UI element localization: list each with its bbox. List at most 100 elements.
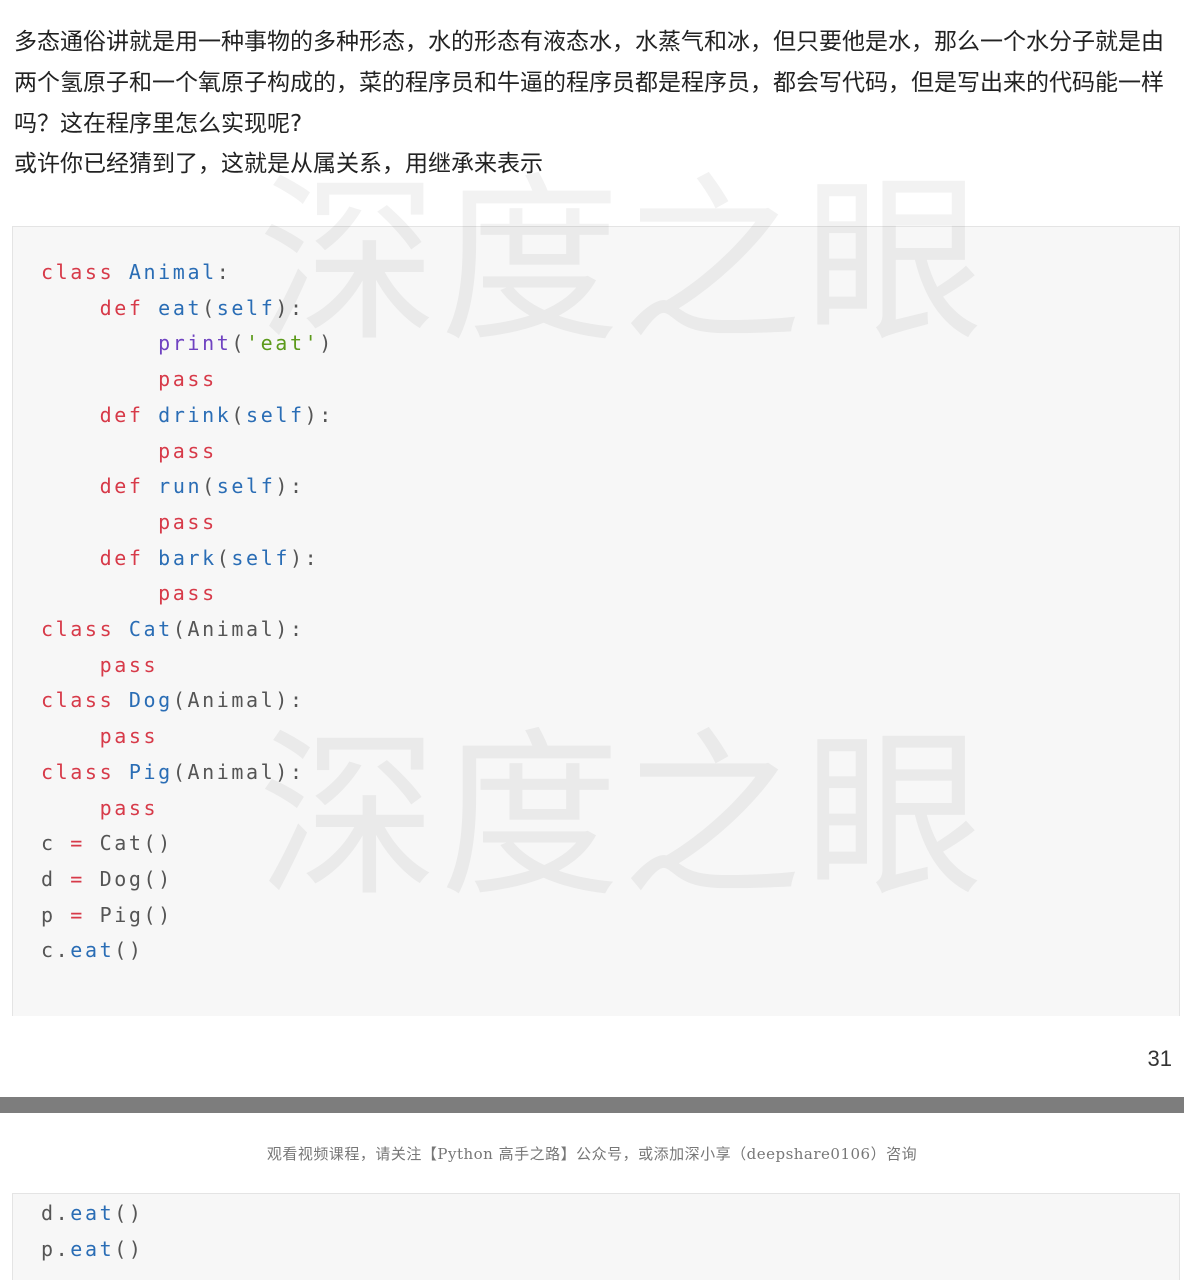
code-line: c = Cat(): [41, 826, 334, 862]
code-line: pass: [41, 791, 334, 827]
code-line: pass: [41, 719, 334, 755]
code-line: pass: [41, 576, 334, 612]
code-token: =: [70, 866, 85, 891]
code-token: =: [70, 831, 85, 856]
code-token: pass: [158, 438, 217, 463]
code-token: Cat: [128, 617, 173, 642]
code-line: def run(self):: [41, 469, 334, 505]
code-line: print('eat'): [41, 326, 334, 362]
code-line: class Cat(Animal):: [41, 612, 334, 648]
code-token: self: [216, 474, 276, 499]
code-token: (Animal):: [172, 759, 305, 784]
code-line: c.eat(): [41, 933, 334, 969]
code-line: pass: [41, 648, 334, 684]
page-divider: [0, 1097, 1184, 1113]
code-token: (: [202, 474, 217, 499]
code-line: pass: [41, 362, 334, 398]
code-content: class Animal: def eat(self): print('eat'…: [41, 255, 334, 969]
code-token: pass: [158, 367, 217, 392]
code-token: class: [41, 759, 115, 784]
code-token: pass: [158, 509, 217, 534]
code-line: p = Pig(): [41, 898, 334, 934]
code-token: (Animal):: [172, 617, 305, 642]
code-token: c.: [41, 938, 71, 963]
code-token: def: [99, 474, 144, 499]
code-line: class Dog(Animal):: [41, 683, 334, 719]
code-token: self: [231, 545, 290, 570]
code-line: class Pig(Animal):: [41, 755, 334, 791]
code-token: Pig: [128, 759, 173, 784]
code-token: def: [99, 545, 144, 570]
code-token: def: [99, 402, 144, 427]
page-number: 31: [1147, 1046, 1172, 1071]
code-token: self: [216, 295, 276, 320]
code-token: ):: [304, 402, 334, 427]
code-token: p: [41, 902, 71, 927]
code-token: (): [114, 1201, 144, 1225]
code-line: def drink(self):: [41, 398, 334, 434]
code-token: d.: [41, 1201, 71, 1225]
code-token: drink: [158, 402, 232, 427]
code-content: d.eat() p.eat(): [41, 1196, 144, 1267]
code-token: print: [158, 331, 232, 356]
code-token: ):: [275, 295, 305, 320]
code-token: :: [216, 260, 232, 284]
paragraph-intro: 多态通俗讲就是用一种事物的多种形态，水的形态有液态水，水蒸气和冰，但只要他是水，…: [14, 29, 1164, 137]
code-token: (: [216, 545, 232, 570]
code-token: bark: [158, 545, 217, 570]
code-line: d = Dog(): [41, 862, 334, 898]
code-token: d: [41, 866, 71, 891]
code-token: Pig(): [84, 902, 173, 927]
code-line: p.eat(): [41, 1232, 144, 1268]
code-token: (Animal):: [172, 688, 305, 713]
code-token: p.: [41, 1236, 71, 1261]
page-top: 多态通俗讲就是用一种事物的多种形态，水的形态有液态水，水蒸气和冰，但只要他是水，…: [0, 0, 1184, 1097]
code-token: pass: [99, 652, 159, 677]
code-token: (): [114, 938, 144, 963]
page-bottom: 观看视频课程，请关注【Python 高手之路】公众号，或添加深小享（deepsh…: [0, 1113, 1184, 1280]
code-token: run: [158, 474, 203, 499]
code-line: class Animal:: [41, 255, 334, 291]
code-token: pass: [158, 581, 217, 606]
code-line: def eat(self):: [41, 291, 334, 327]
code-token: (: [231, 331, 247, 356]
code-line: def bark(self):: [41, 541, 334, 577]
code-block-continued: d.eat() p.eat(): [12, 1193, 1180, 1280]
code-token: Animal: [128, 260, 217, 284]
code-token: eat: [70, 1236, 115, 1261]
code-token: Dog: [128, 688, 173, 713]
code-token: pass: [99, 795, 159, 820]
code-token: (): [114, 1236, 144, 1261]
code-token: ): [319, 331, 334, 356]
code-token: 'eat': [246, 331, 320, 356]
code-token: (: [202, 295, 217, 320]
code-token: class: [41, 260, 115, 284]
code-token: ):: [275, 474, 305, 499]
code-token: class: [41, 617, 115, 642]
code-token: class: [41, 688, 115, 713]
paragraph-inheritance: 或许你已经猜到了，这就是从属关系，用继承来表示: [14, 151, 543, 177]
code-token: eat: [158, 295, 203, 320]
code-token: eat: [70, 938, 115, 963]
code-line: pass: [41, 505, 334, 541]
code-token: eat: [70, 1201, 115, 1225]
code-token: Dog(): [84, 866, 173, 891]
